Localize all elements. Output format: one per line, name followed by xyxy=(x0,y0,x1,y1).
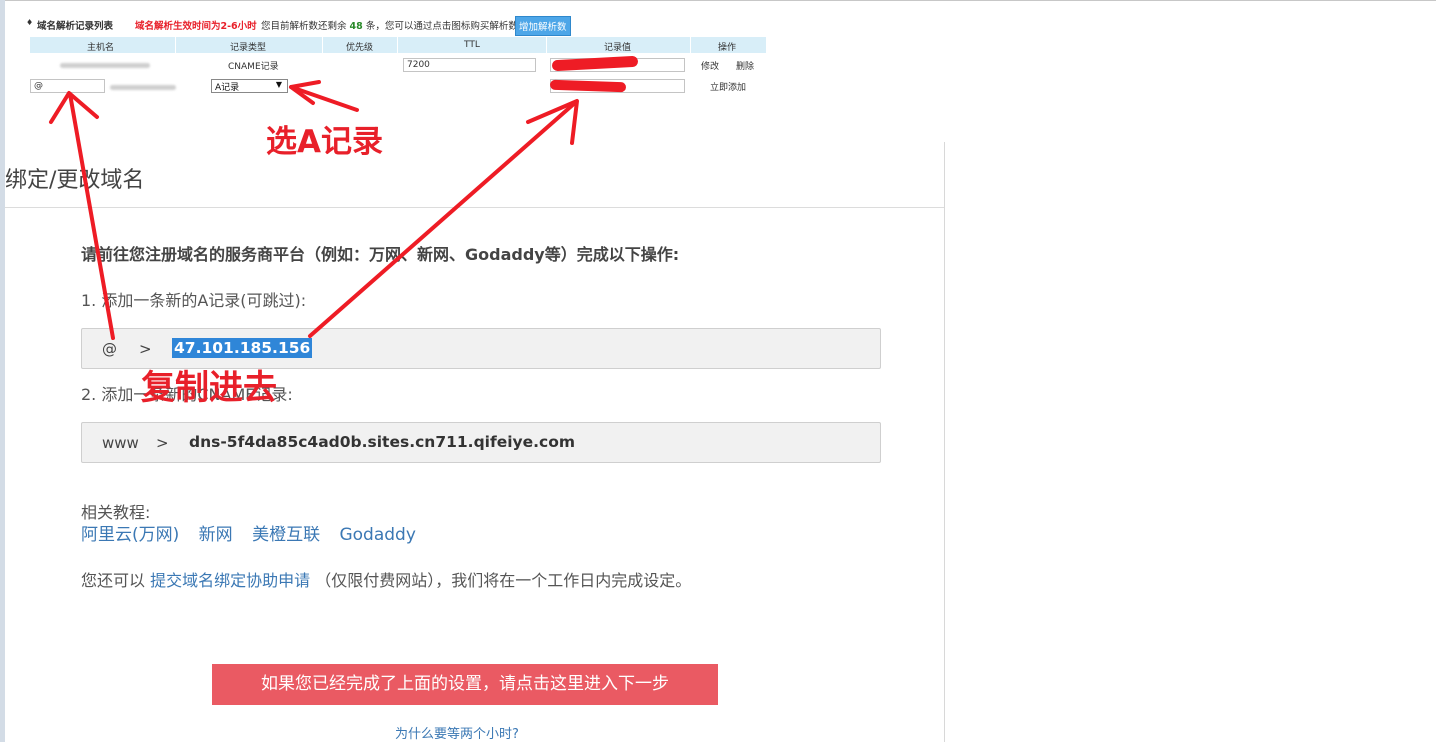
dns-warning-text: 域名解析生效时间为2-6小时 xyxy=(135,21,257,32)
bullet-icon: ♦ xyxy=(26,18,34,27)
cname-record-box: www > dns-5f4da85c4ad0b.sites.cn711.qife… xyxy=(81,422,881,463)
a-record-arrow: > xyxy=(139,340,152,358)
dns-remaining-info: 您目前解析数还剩余 48 条，您可以通过点击图标购买解析数 xyxy=(261,21,518,32)
cname-record-value[interactable]: dns-5f4da85c4ad0b.sites.cn711.qifeiye.co… xyxy=(189,433,575,451)
header-ttl: TTL xyxy=(464,40,480,50)
tutorial-links: 阿里云(万网) 新网 美橙互联 Godaddy xyxy=(81,520,430,545)
chevron-down-icon: ▼ xyxy=(275,80,282,89)
dns-record-table: ♦ 域名解析记录列表 域名解析生效时间为2-6小时 您目前解析数还剩余 48 条… xyxy=(22,10,767,110)
submit-help-line: 您还可以 提交域名绑定协助申请 （仅限付费网站），我们将在一个工作日内完成设定。 xyxy=(81,571,692,590)
annotation-copy-in: 复制进去 xyxy=(141,368,277,408)
dns-table-title: 域名解析记录列表 xyxy=(37,21,114,32)
add-now-link[interactable]: 立即添加 xyxy=(710,80,746,93)
header-value: 记录值 xyxy=(604,43,632,53)
annotation-select-a-record: 选A记录 xyxy=(266,124,383,160)
a-record-ip[interactable]: 47.101.185.156 xyxy=(172,338,313,358)
header-actions: 操作 xyxy=(718,43,737,53)
instruction-text: 请前往您注册域名的服务商平台（例如：万网、新网、Godaddy等）完成以下操作: xyxy=(81,245,680,264)
tutorial-link-godaddy[interactable]: Godaddy xyxy=(339,525,415,545)
blurred-domain xyxy=(110,85,176,90)
tutorial-link-xinnet[interactable]: 新网 xyxy=(199,525,233,545)
why-wait-link[interactable]: 为什么要等两个小时? xyxy=(395,723,519,742)
add-resolution-button[interactable]: 增加解析数 xyxy=(515,16,571,36)
dns-column-headers: 主机名 记录类型 优先级 TTL 记录值 操作 xyxy=(30,37,766,53)
cname-record-arrow: > xyxy=(156,434,169,452)
title-divider xyxy=(5,207,944,208)
table-row: CNAME记录 7200 修改 删除 xyxy=(30,55,766,75)
dns-table-header: ♦ 域名解析记录列表 域名解析生效时间为2-6小时 您目前解析数还剩余 48 条… xyxy=(22,15,767,36)
tutorial-link-aliyun[interactable]: 阿里云(万网) xyxy=(81,525,179,545)
page-title: 绑定/更改域名 xyxy=(5,168,145,193)
host-input[interactable]: @ xyxy=(30,79,105,93)
a-record-host: @ xyxy=(102,340,117,358)
header-type: 记录类型 xyxy=(230,43,267,53)
ttl-input[interactable]: 7200 xyxy=(403,58,536,72)
record-type-select[interactable]: A记录 ▼ xyxy=(211,79,288,93)
bind-domain-panel: 绑定/更改域名 请前往您注册域名的服务商平台（例如：万网、新网、Godaddy等… xyxy=(5,142,945,742)
record-type-text: CNAME记录 xyxy=(228,62,279,72)
next-step-button[interactable]: 如果您已经完成了上面的设置，请点击这里进入下一步 xyxy=(212,664,718,705)
blurred-hostname xyxy=(60,63,150,68)
edit-link[interactable]: 修改 xyxy=(701,59,719,72)
delete-link[interactable]: 删除 xyxy=(736,59,754,72)
header-priority: 优先级 xyxy=(346,43,374,53)
tutorial-link-meicheng[interactable]: 美橙互联 xyxy=(252,525,320,545)
header-host: 主机名 xyxy=(87,43,115,53)
cname-record-host: www xyxy=(102,434,139,452)
table-row: @ A记录 ▼ 立即添加 xyxy=(30,77,766,97)
submit-help-link[interactable]: 提交域名绑定协助申请 xyxy=(150,571,310,590)
step-1-label: 1. 添加一条新的A记录(可跳过): xyxy=(81,291,307,310)
top-border xyxy=(0,0,1436,1)
